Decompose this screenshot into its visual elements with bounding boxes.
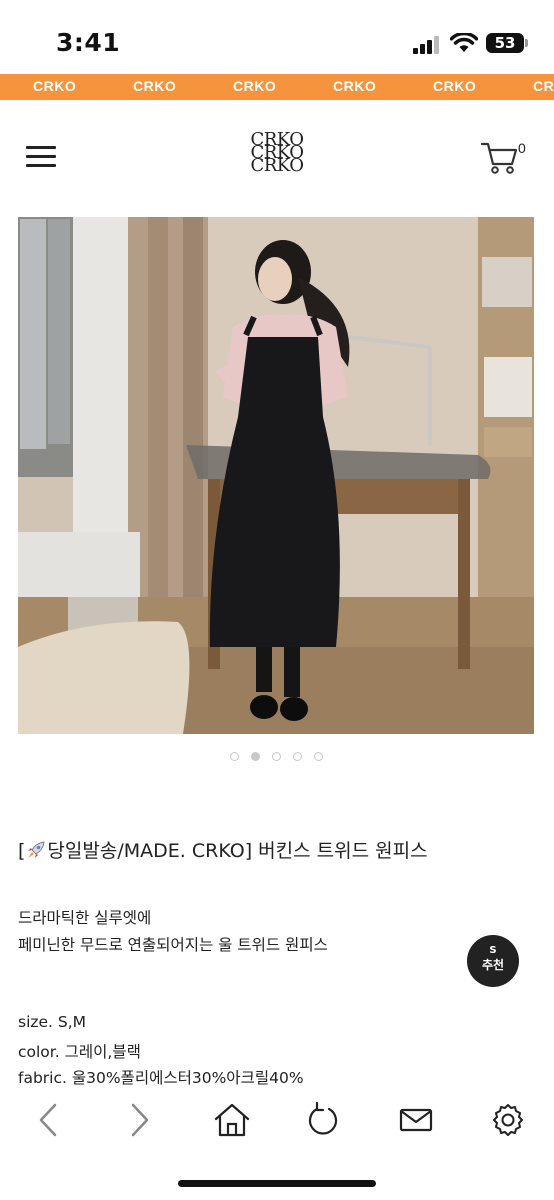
home-indicator[interactable]	[178, 1180, 376, 1187]
pager-dot[interactable]	[272, 752, 281, 761]
logo-line: CRKO	[250, 155, 304, 176]
hamburger-menu-icon[interactable]	[26, 146, 56, 168]
recommend-label: 추천	[481, 958, 505, 972]
promo-item: CRKO	[33, 78, 77, 94]
desc-line: 드라마틱한 실루엣에	[18, 909, 152, 927]
forward-icon[interactable]	[120, 1100, 160, 1140]
back-icon[interactable]	[28, 1100, 68, 1140]
promo-item: CRKO	[433, 78, 477, 94]
title-prefix: [	[18, 840, 26, 862]
pager-dot-active[interactable]	[251, 752, 260, 761]
promo-item: CRKO	[333, 78, 377, 94]
home-icon[interactable]	[212, 1100, 252, 1140]
title-main: 당일발송/MADE. CRKO] 버킨스 트위드 원피스	[47, 840, 428, 862]
signal-icon	[413, 36, 441, 54]
promo-item: CRKO	[133, 78, 177, 94]
color-info: color. 그레이,블랙	[18, 1043, 141, 1061]
desc-line: 페미닌한 무드로 연출되어지는 울 트위드 원피스	[18, 936, 328, 954]
product-image[interactable]	[18, 217, 534, 734]
recommend-badge: S	[489, 945, 497, 956]
promo-item: CRKO	[533, 78, 554, 94]
mail-icon[interactable]	[396, 1100, 436, 1140]
product-photo	[18, 217, 534, 734]
promo-item: CRKO	[233, 78, 277, 94]
bottom-nav	[0, 1092, 554, 1152]
status-bar: 3:41 53	[0, 0, 554, 74]
promo-banner[interactable]: CRKO CRKO CRKO CRKO CRKO CRKO	[0, 74, 554, 100]
refresh-icon[interactable]	[303, 1100, 343, 1140]
recommend-button[interactable]: S 추천	[467, 935, 519, 987]
battery-cap	[525, 39, 528, 47]
battery-icon: 53	[486, 33, 524, 53]
rocket-icon	[28, 841, 45, 858]
pager-dot[interactable]	[230, 752, 239, 761]
image-pager[interactable]	[230, 752, 330, 762]
cart-count: 0	[518, 140, 526, 156]
status-time: 3:41	[56, 28, 121, 57]
pager-dot[interactable]	[293, 752, 302, 761]
size-info: size. S,M	[18, 1013, 87, 1031]
fabric-info: fabric. 울30%폴리에스터30%아크릴40%	[18, 1069, 304, 1087]
wifi-icon	[450, 33, 478, 52]
brand-logo[interactable]: CRKO CRKO CRKO	[225, 131, 329, 188]
product-title: [ 당일발송/MADE. CRKO] 버킨스 트위드 원피스	[18, 836, 428, 863]
pager-dot[interactable]	[314, 752, 323, 761]
settings-icon[interactable]	[488, 1100, 528, 1140]
